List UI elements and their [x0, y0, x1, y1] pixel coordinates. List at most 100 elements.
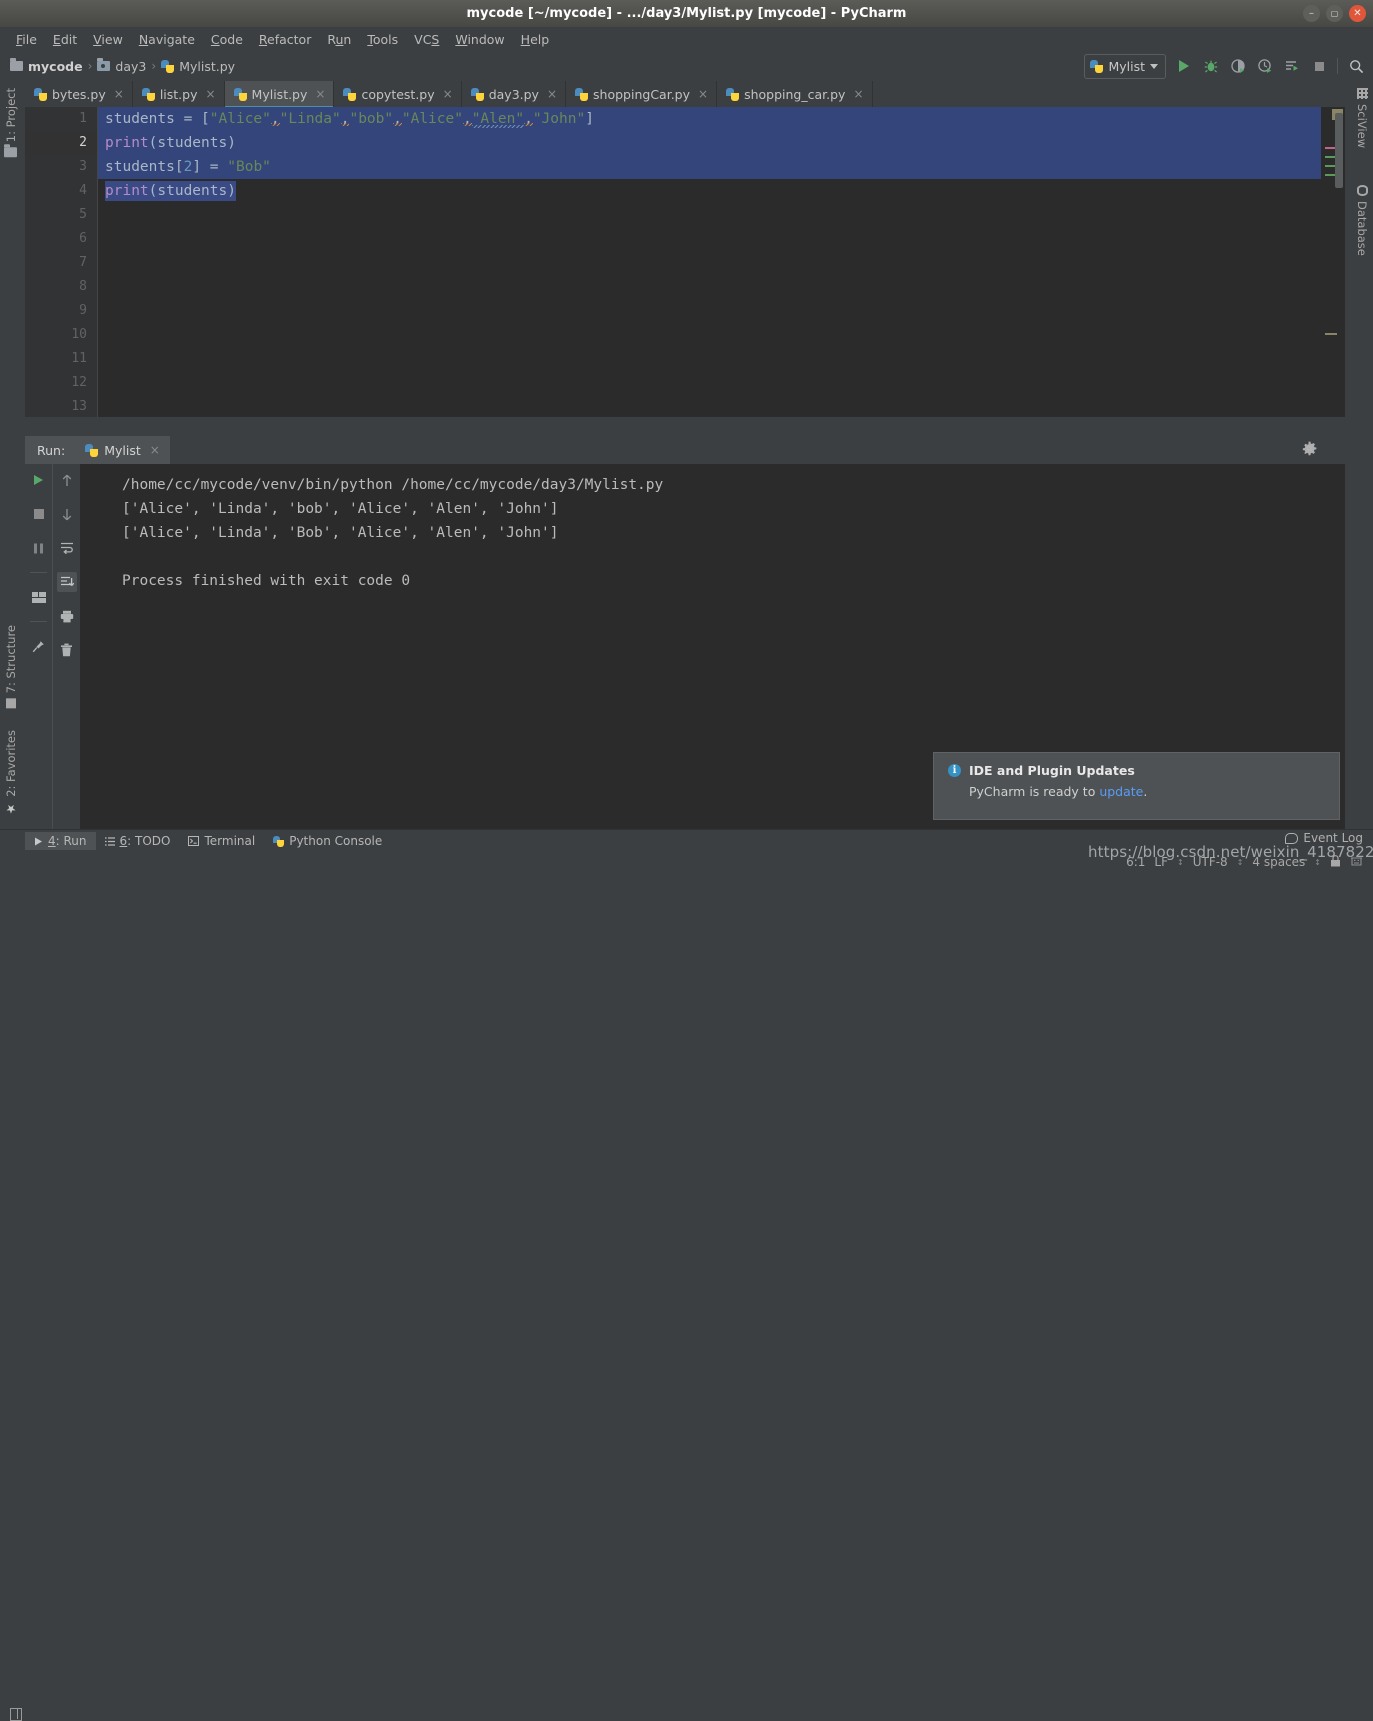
editor-tab-bar: bytes.py × list.py × Mylist.py × copytes… — [25, 80, 1345, 108]
close-tab-icon[interactable]: × — [443, 87, 453, 101]
editor-scrollbar-thumb[interactable] — [1335, 113, 1343, 188]
run-button[interactable] — [1175, 57, 1193, 75]
menu-refactor[interactable]: Refactor — [251, 30, 319, 49]
code-line-1[interactable]: students = ["Alice","Linda","bob","Alice… — [98, 107, 1345, 131]
breadcrumb-item-mylist[interactable]: Mylist.py — [161, 59, 235, 74]
scroll-to-end-button[interactable] — [56, 572, 77, 592]
menu-view[interactable]: View — [85, 30, 131, 49]
breadcrumb-item-day3[interactable]: day3 — [97, 58, 146, 74]
menu-vcs[interactable]: VCS — [406, 30, 447, 49]
console-line: /home/cc/mycode/venv/bin/python /home/cc… — [122, 477, 664, 493]
run-configuration-selector[interactable]: Mylist — [1084, 53, 1166, 79]
marker-warning[interactable] — [1325, 147, 1335, 149]
code-token-string: "Alice" — [401, 111, 463, 127]
rerun-button[interactable] — [29, 470, 49, 490]
code-editor[interactable]: 1 2 3 4 5 6 7 8 9 10 11 12 13 students =… — [25, 107, 1345, 417]
run-triangle-icon — [35, 837, 42, 845]
restore-layout-button[interactable] — [29, 587, 49, 607]
marker-caret[interactable] — [1325, 333, 1337, 335]
stop-button[interactable] — [1310, 57, 1328, 75]
editor-tab-day3[interactable]: day3.py × — [462, 81, 567, 107]
editor-marker-stripe[interactable] — [1321, 107, 1345, 417]
event-log-button[interactable]: Event Log — [1285, 831, 1363, 845]
close-button[interactable]: ✕ — [1349, 5, 1366, 22]
marker-change[interactable] — [1325, 156, 1335, 158]
menu-window[interactable]: Window — [447, 30, 512, 49]
terminal-icon — [188, 836, 200, 846]
down-stack-button[interactable] — [57, 504, 77, 524]
menu-edit[interactable]: Edit — [45, 30, 85, 49]
menu-code[interactable]: Code — [203, 30, 251, 49]
close-icon: ✕ — [1353, 8, 1362, 19]
editor-tab-copytest[interactable]: copytest.py × — [334, 81, 462, 107]
menu-run[interactable]: Run — [319, 30, 359, 49]
menu-tools[interactable]: Tools — [359, 30, 406, 49]
separator-icon: ↕ — [1314, 857, 1321, 867]
pause-button[interactable] — [29, 538, 49, 558]
close-tab-icon[interactable]: × — [114, 87, 124, 101]
search-everywhere-button[interactable] — [1347, 57, 1365, 75]
debug-button[interactable] — [1202, 57, 1220, 75]
clear-all-button[interactable] — [57, 640, 77, 660]
menu-navigate[interactable]: Navigate — [131, 30, 203, 49]
code-token-string: "Bob" — [227, 159, 271, 175]
minimize-button[interactable]: – — [1303, 5, 1320, 22]
bottom-tab-terminal[interactable]: Terminal — [179, 832, 264, 850]
sidebar-item-project[interactable]: 1: Project — [4, 88, 18, 158]
caret-position[interactable]: 6:1 — [1126, 855, 1145, 869]
stop-button[interactable] — [29, 504, 49, 524]
memory-indicator-icon[interactable] — [10, 1708, 22, 1721]
menu-help[interactable]: Help — [513, 30, 558, 49]
code-line-2[interactable]: print(students) — [98, 131, 1345, 155]
file-encoding[interactable]: UTF-8 — [1193, 855, 1228, 869]
close-tab-icon[interactable]: × — [547, 87, 557, 101]
up-stack-button[interactable] — [57, 470, 77, 490]
notification-body: PyCharm is ready to update. — [969, 784, 1325, 799]
code-line-4[interactable]: print(students) — [98, 179, 1345, 203]
sidebar-item-database[interactable]: Database — [1355, 185, 1369, 256]
info-icon: i — [948, 764, 961, 777]
settings-gear-button[interactable] — [1302, 441, 1317, 459]
sidebar-item-structure[interactable]: 7: Structure — [4, 625, 18, 709]
pin-tab-button[interactable] — [29, 636, 49, 656]
close-tab-icon[interactable]: × — [315, 87, 325, 101]
run-with-coverage-button[interactable] — [1229, 57, 1247, 75]
bug-icon — [1204, 60, 1218, 73]
stop-square-icon — [1314, 61, 1324, 71]
marker-change[interactable] — [1325, 174, 1335, 176]
soft-wrap-button[interactable] — [57, 538, 77, 558]
update-link[interactable]: update — [1099, 784, 1143, 799]
sidebar-item-favorites[interactable]: ★ 2: Favorites — [4, 730, 18, 816]
run-with-console-button[interactable] — [1283, 57, 1301, 75]
inspection-widget[interactable] — [1350, 855, 1363, 870]
close-tab-icon[interactable]: × — [205, 87, 215, 101]
maximize-button[interactable]: ▢ — [1326, 5, 1343, 22]
indent-setting[interactable]: 4 spaces — [1252, 855, 1305, 869]
close-tab-icon[interactable]: × — [698, 87, 708, 101]
editor-tab-mylist[interactable]: Mylist.py × — [224, 81, 335, 108]
marker-change[interactable] — [1325, 165, 1335, 167]
line-separator[interactable]: LF — [1154, 855, 1168, 869]
print-button[interactable] — [57, 606, 77, 626]
close-tab-icon[interactable]: × — [853, 87, 863, 101]
bottom-tab-run[interactable]: 4: Run — [25, 832, 96, 850]
console-line: Process finished with exit code 0 — [122, 573, 411, 589]
run-panel-tab-mylist[interactable]: Mylist × — [77, 436, 170, 464]
bottom-tab-todo[interactable]: 6: TODO — [96, 832, 180, 850]
editor-tab-shoppingcar[interactable]: shoppingCar.py × — [566, 81, 718, 107]
profile-button[interactable] — [1256, 57, 1274, 75]
code-line-3[interactable]: students[2] = "Bob" — [98, 155, 1345, 179]
close-icon[interactable]: × — [150, 443, 160, 457]
bottom-tab-python-console[interactable]: Python Console — [264, 832, 391, 850]
editor-tab-shopping-car[interactable]: shopping_car.py × — [717, 81, 873, 107]
notification-balloon[interactable]: i IDE and Plugin Updates PyCharm is read… — [933, 752, 1340, 820]
code-text-area[interactable]: students = ["Alice","Linda","bob","Alice… — [98, 107, 1345, 417]
sidebar-item-sciview[interactable]: SciView — [1355, 88, 1369, 148]
line-number: 10 — [71, 327, 87, 342]
lock-icon[interactable] — [1330, 854, 1341, 870]
breadcrumb-item-mycode[interactable]: mycode — [10, 58, 83, 74]
code-token-bracket: [ — [174, 159, 184, 175]
menu-file[interactable]: File — [8, 30, 45, 49]
editor-tab-list[interactable]: list.py × — [133, 81, 225, 107]
editor-tab-bytes[interactable]: bytes.py × — [25, 81, 133, 107]
